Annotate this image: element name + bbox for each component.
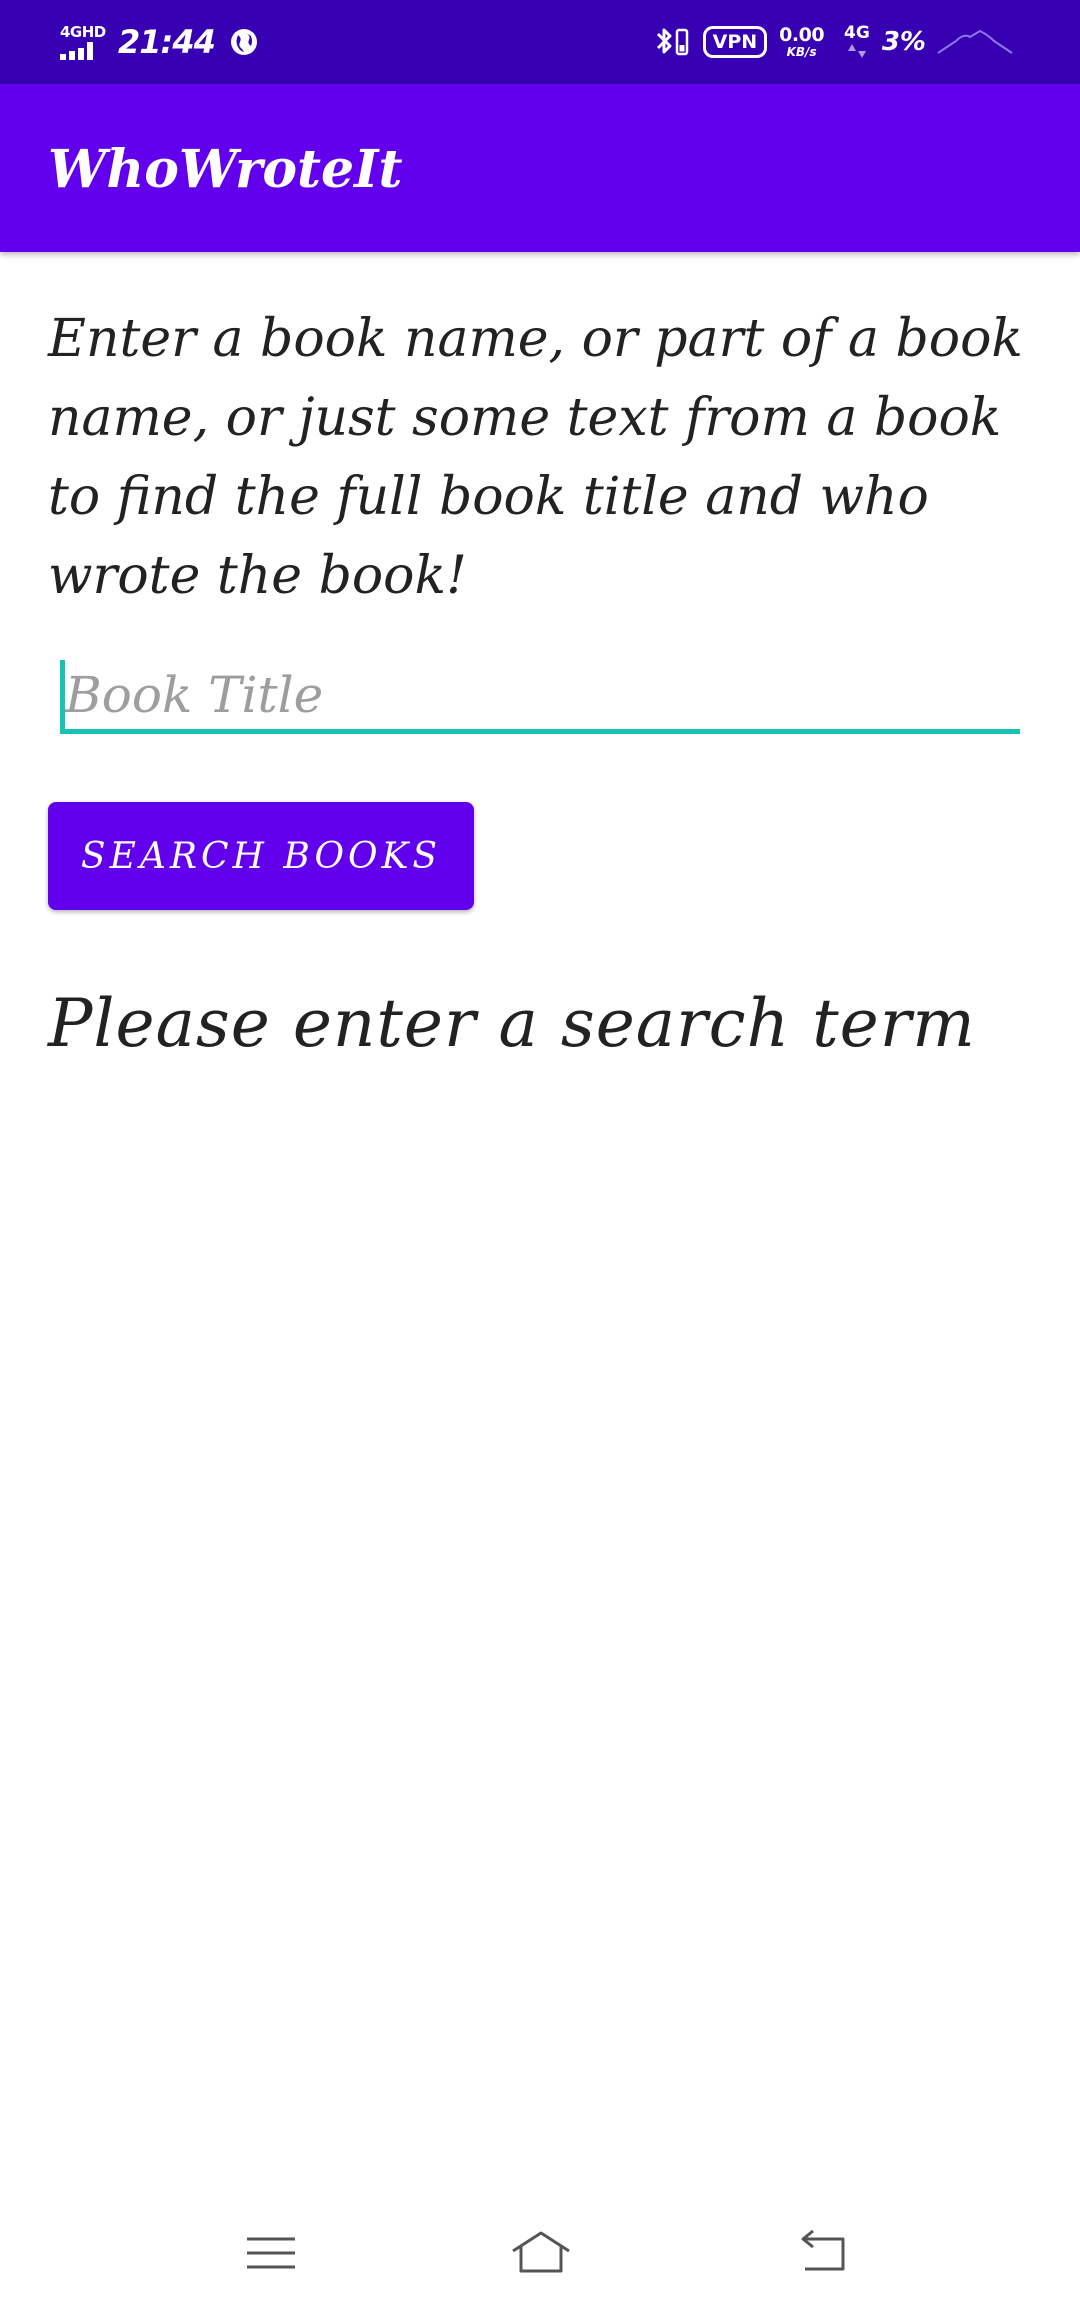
- network-indicator: 4GHD: [60, 24, 106, 60]
- bluetooth-icon: [656, 28, 688, 56]
- globe-icon: [230, 29, 257, 55]
- status-time: 21:44: [118, 23, 216, 61]
- battery-mountain-icon: [937, 29, 1013, 54]
- back-icon: [801, 2229, 845, 2271]
- back-button[interactable]: [778, 2218, 868, 2288]
- status-bar: 4GHD 21:44 VPN 0.00 KB/s 4G 3%: [0, 0, 1080, 84]
- app-title: WhoWroteIt: [48, 139, 403, 200]
- result-text: Please enter a search term: [48, 985, 976, 1062]
- app-bar: WhoWroteIt: [0, 84, 1080, 252]
- signal-icon: [60, 42, 96, 60]
- battery-level: 3%: [881, 27, 926, 57]
- network2-label: 4G: [844, 23, 870, 43]
- home-icon: [512, 2231, 570, 2273]
- speed-value: 0.00: [779, 24, 825, 46]
- recent-apps-button[interactable]: [226, 2218, 316, 2288]
- status-bar-right: VPN 0.00 KB/s 4G 3%: [653, 20, 1014, 64]
- status-bar-left: 4GHD 21:44: [60, 20, 259, 64]
- data-arrows-icon: [847, 44, 866, 58]
- menu-icon: [247, 2237, 295, 2269]
- network-label: 4GHD: [60, 23, 106, 41]
- mobile-data-indicator: 4G: [844, 24, 870, 60]
- vpn-badge: VPN: [702, 26, 768, 58]
- network-speed: 0.00 KB/s: [779, 25, 824, 59]
- book-title-input[interactable]: [60, 660, 1020, 734]
- home-button[interactable]: [496, 2218, 586, 2288]
- search-books-button[interactable]: SEARCH BOOKS: [48, 802, 474, 910]
- navigation-bar: [0, 2200, 1080, 2316]
- instructions-text: Enter a book name, or part of a book nam…: [48, 309, 1023, 606]
- speed-unit: KB/s: [786, 45, 817, 59]
